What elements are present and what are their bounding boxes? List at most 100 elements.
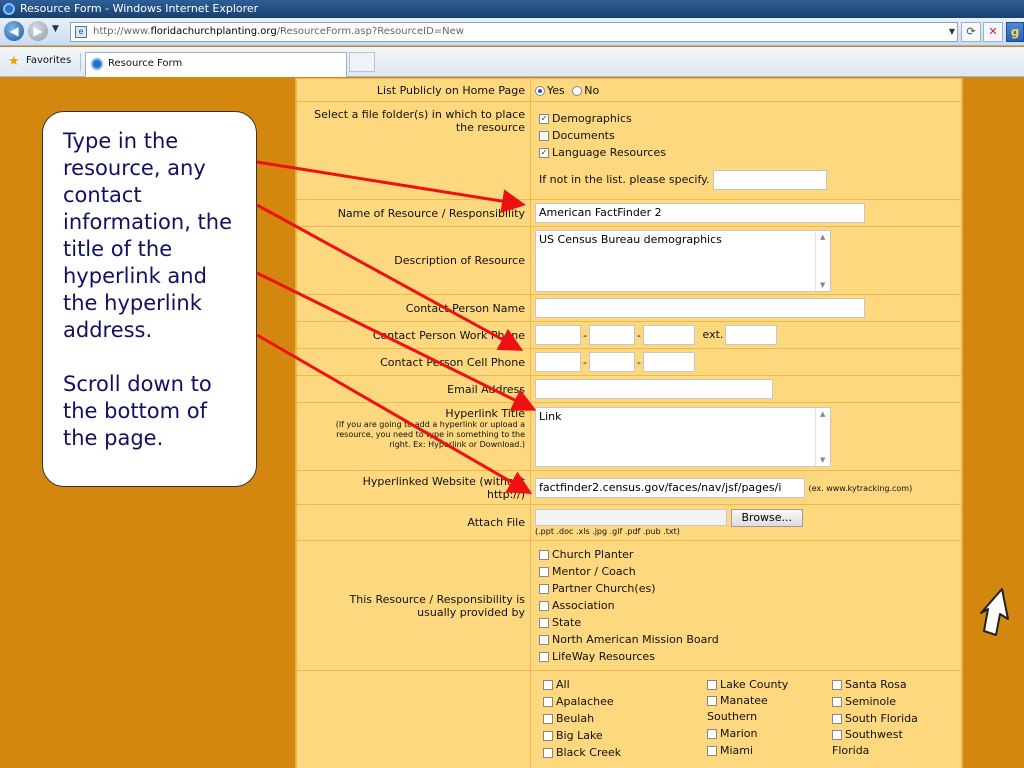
description-textarea[interactable]: US Census Bureau demographics ▲ ▼ <box>535 229 831 292</box>
checkbox-label: Mentor / Coach <box>552 565 636 578</box>
checkbox-state[interactable] <box>539 618 549 628</box>
cell-phone-label: Contact Person Cell Phone <box>296 348 531 376</box>
checkbox-label: North American Mission Board <box>552 633 719 646</box>
other-folder-label: If not in the list. please specify. <box>539 173 710 186</box>
website-input[interactable]: factfinder2.census.gov/faces/nav/jsf/pag… <box>535 477 805 498</box>
address-dropdown-icon[interactable]: ▼ <box>949 23 955 41</box>
navigation-bar: ◀ ▶ ▼ e http://www.floridachurchplanting… <box>0 18 1024 46</box>
callout-instruction: Type in the resource, any contact inform… <box>63 129 233 342</box>
checkbox-label: Seminole <box>845 695 897 708</box>
address-bar[interactable]: e http://www.floridachurchplanting.org/R… <box>70 22 958 42</box>
work-phone-area-input[interactable] <box>535 325 581 345</box>
description-text: US Census Bureau demographics <box>539 232 722 246</box>
checkbox-miami[interactable] <box>707 746 717 756</box>
favorites-star-icon[interactable]: ★ <box>8 54 20 69</box>
checkbox-beulah[interactable] <box>543 714 553 724</box>
tab-resource-form[interactable]: Resource Form <box>85 52 347 77</box>
checkbox-mentor-coach[interactable] <box>539 567 549 577</box>
folders-label: Select a file folder(s) in which to plac… <box>296 101 531 200</box>
url-path: /ResourceForm.asp?ResourceID=New <box>276 26 464 37</box>
checkbox-lifeway[interactable] <box>539 652 549 662</box>
checkbox-label: All <box>556 678 570 691</box>
checkbox-namb[interactable] <box>539 635 549 645</box>
checkbox-church-planter[interactable] <box>539 550 549 560</box>
yes-radio-label: Yes <box>547 83 565 97</box>
refresh-icon[interactable]: ⟳ <box>961 22 981 42</box>
favorites-bar: ★ Favorites Resource Form <box>0 47 1024 77</box>
yes-radio[interactable] <box>535 85 545 96</box>
checkbox-label: South Florida <box>845 712 918 725</box>
website-example: (ex. www.kytracking.com) <box>808 483 913 493</box>
contact-name-label: Contact Person Name <box>296 294 531 322</box>
hyperlink-title-textarea[interactable]: Link ▲ ▼ <box>535 406 831 467</box>
ext-label: ext. <box>702 328 724 341</box>
checkbox-label: Church Planter <box>552 548 634 561</box>
file-path-input[interactable] <box>535 509 727 526</box>
other-folder-input[interactable] <box>713 170 828 190</box>
no-radio-label: No <box>584 83 600 97</box>
no-radio[interactable] <box>572 85 583 96</box>
checkbox-label: Apalachee <box>556 695 614 708</box>
email-input[interactable] <box>535 379 773 399</box>
callout-scroll-note: Scroll down to the bottom of the page. <box>63 372 212 450</box>
url-scheme: http://www. <box>93 26 151 37</box>
cell-phone-line-input[interactable] <box>643 352 695 372</box>
work-phone-prefix-input[interactable] <box>589 325 635 345</box>
ie-icon <box>91 58 103 70</box>
scrollbar[interactable]: ▲ ▼ <box>815 407 830 466</box>
resource-name-input[interactable]: American FactFinder 2 <box>535 203 865 223</box>
checkbox-label: Association <box>552 599 615 612</box>
checkbox-south-florida[interactable] <box>832 714 842 724</box>
checkbox-label: Language Resources <box>552 146 666 159</box>
checkbox-all[interactable] <box>543 680 553 690</box>
checkbox-label: Documents <box>552 129 615 142</box>
description-label: Description of Resource <box>296 226 531 295</box>
checkbox-manatee-southern[interactable] <box>707 696 717 706</box>
forward-button[interactable]: ▶ <box>28 21 48 41</box>
work-phone-label: Contact Person Work Phone <box>296 321 531 349</box>
favorites-button[interactable]: Favorites <box>26 55 71 66</box>
instruction-callout: Type in the resource, any contact inform… <box>42 111 257 487</box>
checkbox-marion[interactable] <box>707 729 717 739</box>
tab-title: Resource Form <box>108 58 183 69</box>
scrollbar[interactable]: ▲ ▼ <box>815 230 830 291</box>
history-dropdown-icon[interactable]: ▼ <box>52 24 59 34</box>
checkbox-partner-churches[interactable] <box>539 584 549 594</box>
checkbox-demographics[interactable]: ✓ <box>539 114 549 124</box>
checkbox-language-resources[interactable]: ✓ <box>539 148 549 158</box>
regions-label-cell <box>296 670 531 768</box>
checkbox-label: Southwest Florida <box>832 728 903 757</box>
work-phone-ext-input[interactable] <box>725 325 778 345</box>
checkbox-label: State <box>552 616 582 629</box>
browser-window: Resource Form - Windows Internet Explore… <box>0 0 1024 768</box>
checkbox-black-creek[interactable] <box>543 748 553 758</box>
window-title: Resource Form - Windows Internet Explore… <box>20 2 259 15</box>
checkbox-apalachee[interactable] <box>543 697 553 707</box>
browse-button[interactable]: Browse... <box>730 508 804 527</box>
stop-icon[interactable]: ✕ <box>983 22 1003 42</box>
hyperlink-title-label: Hyperlink Title <box>445 407 525 420</box>
search-provider-icon[interactable]: g <box>1006 22 1024 42</box>
work-phone-line-input[interactable] <box>643 325 695 345</box>
hyperlink-title-text: Link <box>539 409 562 423</box>
checkbox-label: Black Creek <box>556 746 622 759</box>
checkbox-santa-rosa[interactable] <box>832 680 842 690</box>
back-button[interactable]: ◀ <box>4 21 24 41</box>
checkbox-lake-county[interactable] <box>707 680 717 690</box>
attach-label: Attach File <box>296 504 531 541</box>
cell-phone-prefix-input[interactable] <box>589 352 635 372</box>
checkbox-big-lake[interactable] <box>543 731 553 741</box>
checkbox-southwest-florida[interactable] <box>832 730 842 740</box>
cell-phone-area-input[interactable] <box>535 352 581 372</box>
contact-name-input[interactable] <box>535 298 865 318</box>
checkbox-label: Lake County <box>720 678 789 691</box>
ie-icon <box>3 3 15 15</box>
email-label: Email Address <box>296 375 531 403</box>
checkbox-seminole[interactable] <box>832 697 842 707</box>
checkbox-label: Santa Rosa <box>845 678 907 691</box>
checkbox-documents[interactable] <box>539 131 549 141</box>
checkbox-association[interactable] <box>539 601 549 611</box>
checkbox-label: Miami <box>720 744 754 757</box>
resource-form: List Publicly on Home Page Yes No Select… <box>295 78 963 768</box>
new-tab-button[interactable] <box>349 52 375 72</box>
